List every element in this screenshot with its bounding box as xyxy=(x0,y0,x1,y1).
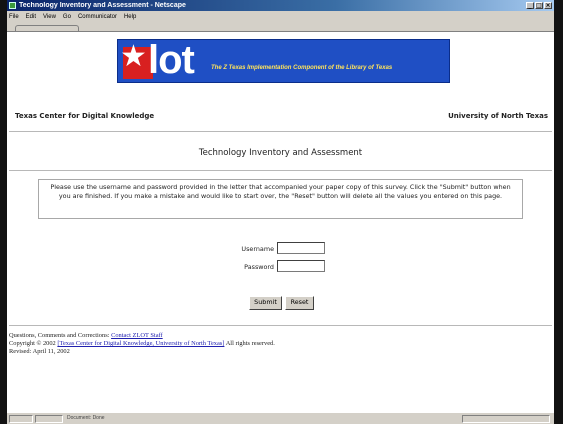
screen-frame-left xyxy=(0,0,7,424)
username-row: Username xyxy=(7,242,554,256)
close-icon[interactable]: × xyxy=(544,2,552,9)
username-label: Username xyxy=(241,245,274,253)
page-title: Technology Inventory and Assessment xyxy=(198,148,363,158)
page-content: ★ lot The Z Texas Implementation Compone… xyxy=(7,32,554,412)
submit-button[interactable]: Submit xyxy=(249,296,282,310)
screen-frame-right xyxy=(554,0,563,424)
reset-button[interactable]: Reset xyxy=(285,296,314,310)
divider xyxy=(9,325,552,326)
maximize-icon[interactable]: □ xyxy=(535,2,543,9)
org-name-right: University of North Texas xyxy=(448,112,548,120)
progress-indicator xyxy=(35,415,63,423)
menu-go[interactable]: Go xyxy=(63,14,71,20)
contact-staff-link[interactable]: Contact ZLOT Staff xyxy=(111,332,163,339)
footer-questions-label: Questions, Comments and Corrections: xyxy=(9,332,110,339)
rights-text: All rights reserved. xyxy=(225,340,275,347)
minimize-icon[interactable]: _ xyxy=(526,2,534,9)
zlot-banner: ★ lot The Z Texas Implementation Compone… xyxy=(117,39,450,83)
menu-help[interactable]: Help xyxy=(124,14,136,20)
security-indicator[interactable] xyxy=(9,415,33,423)
divider xyxy=(9,131,552,132)
zlot-logo-text: lot xyxy=(148,39,195,82)
password-label: Password xyxy=(244,263,274,271)
password-row: Password xyxy=(7,260,554,274)
menu-view[interactable]: View xyxy=(43,14,56,20)
menu-edit[interactable]: Edit xyxy=(26,14,36,20)
toolbar-grip[interactable] xyxy=(15,25,79,31)
window-title: Technology Inventory and Assessment - Ne… xyxy=(19,2,186,9)
password-input[interactable] xyxy=(277,260,325,272)
tcdk-unt-link[interactable]: [Texas Center for Digital Knowledge, Uni… xyxy=(57,340,224,347)
banner-tagline: The Z Texas Implementation Component of … xyxy=(211,65,393,71)
toolbar-strip xyxy=(7,22,554,32)
star-icon: ★ xyxy=(120,39,147,74)
copyright-label: Copyright © 2002 xyxy=(9,340,56,347)
component-bar[interactable] xyxy=(462,415,550,423)
divider xyxy=(9,170,552,171)
page-footer: Questions, Comments and Corrections: Con… xyxy=(9,332,275,356)
browser-window: Technology Inventory and Assessment - Ne… xyxy=(7,0,554,424)
instructions-box: Please use the username and password pro… xyxy=(38,179,523,219)
menu-communicator[interactable]: Communicator xyxy=(78,14,117,20)
menu-bar: File Edit View Go Communicator Help xyxy=(7,11,554,22)
title-bar: Technology Inventory and Assessment - Ne… xyxy=(7,0,554,11)
org-name-left: Texas Center for Digital Knowledge xyxy=(15,112,155,120)
status-bar: Document: Done xyxy=(7,412,554,424)
netscape-icon xyxy=(9,2,16,9)
status-text: Document: Done xyxy=(67,415,105,421)
revised-date: Revised: April 11, 2002 xyxy=(9,348,70,355)
menu-file[interactable]: File xyxy=(9,14,19,20)
username-input[interactable] xyxy=(277,242,325,254)
